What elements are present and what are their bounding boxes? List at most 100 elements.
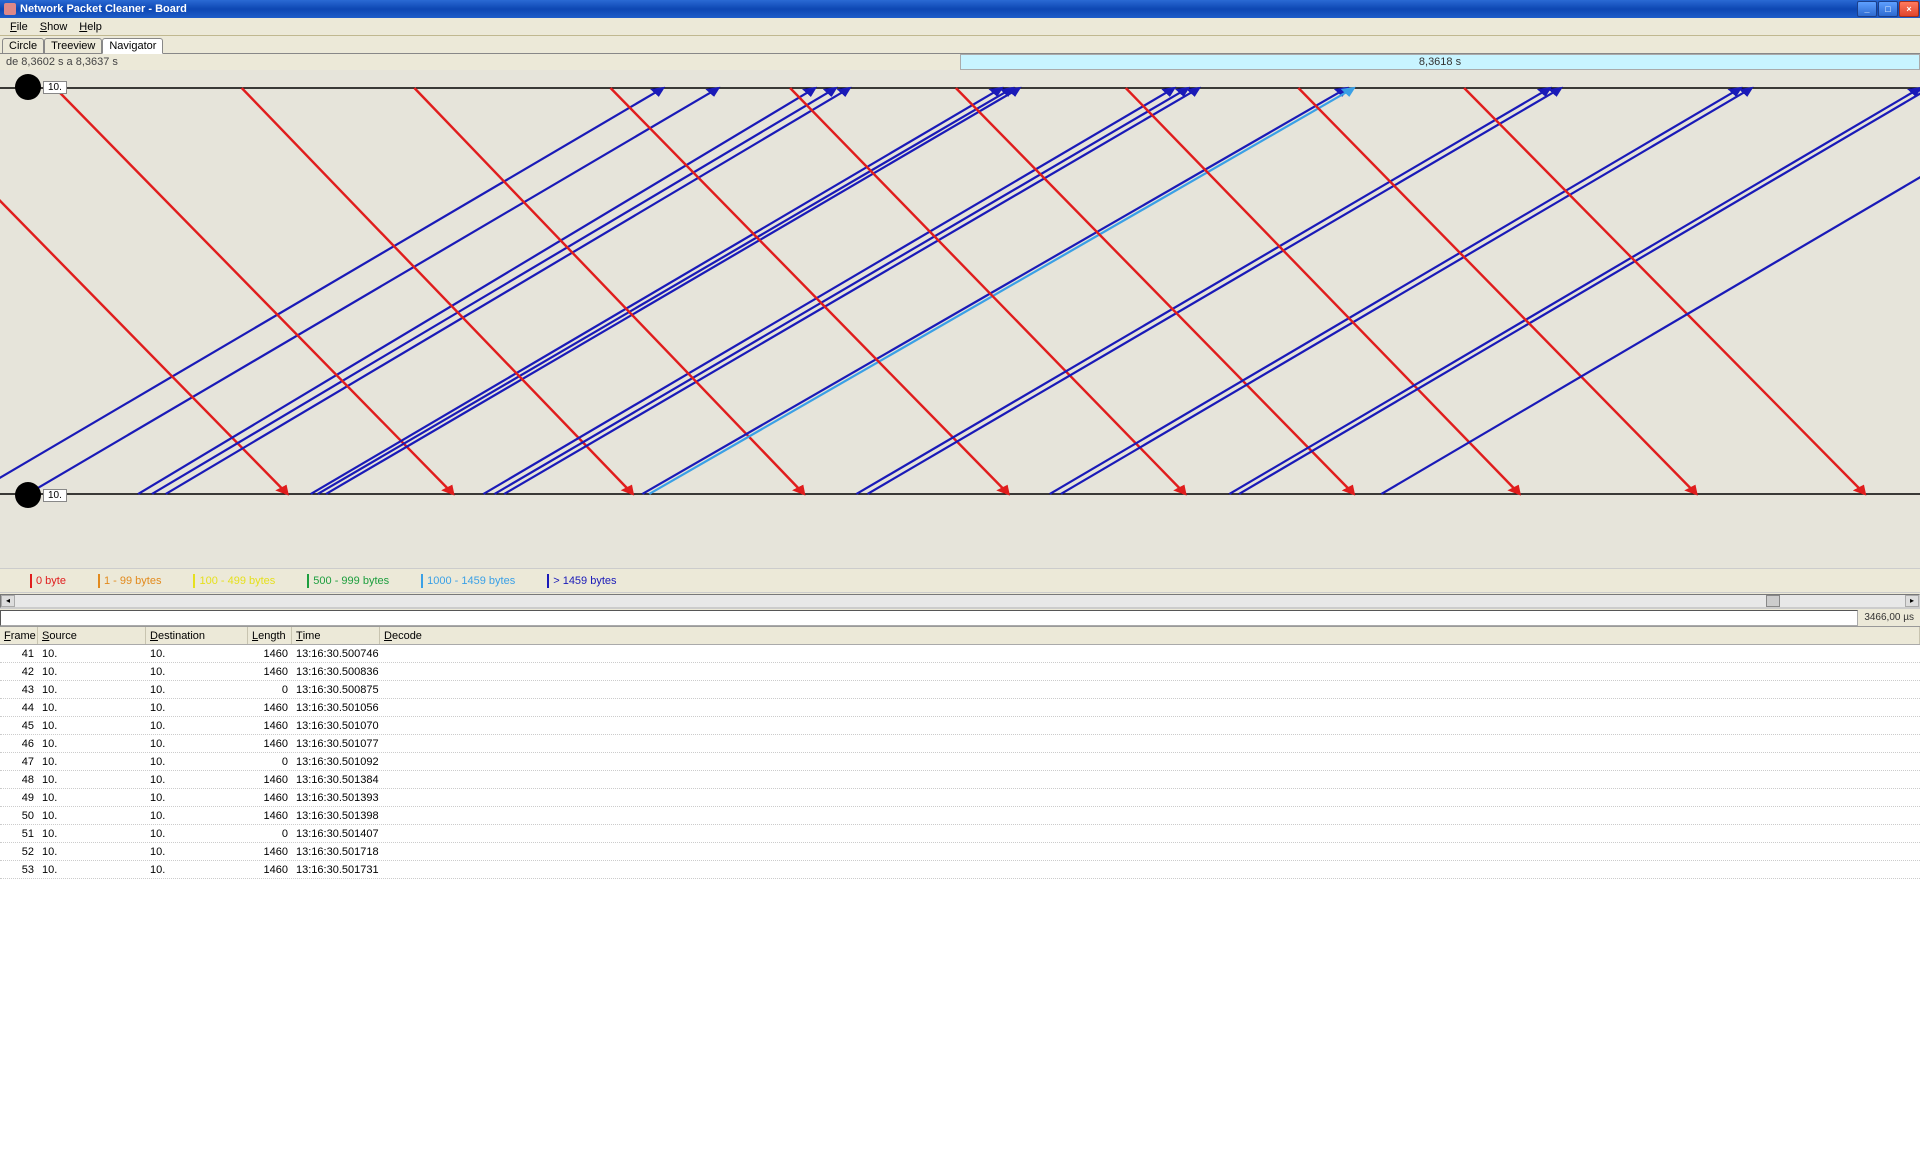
legend-item: 0 byte: [30, 574, 66, 588]
legend-color-icon: [30, 574, 32, 588]
table-cell: 10.: [146, 864, 248, 876]
menu-help[interactable]: Help: [73, 20, 108, 34]
table-cell: 0: [248, 828, 292, 840]
table-cell: 49: [0, 792, 38, 804]
table-cell: 1460: [248, 702, 292, 714]
legend-item: 500 - 999 bytes: [307, 574, 389, 588]
col-header-source[interactable]: Source: [38, 627, 146, 644]
table-row[interactable]: 5210.10.146013:16:30.501718: [0, 843, 1920, 861]
tab-circle[interactable]: Circle: [2, 38, 44, 53]
table-cell: 10.: [38, 648, 146, 660]
legend-label: 1 - 99 bytes: [104, 575, 161, 587]
table-row[interactable]: 4110.10.146013:16:30.500746: [0, 645, 1920, 663]
host-node-top[interactable]: 10.: [15, 74, 67, 100]
table-cell: 1460: [248, 648, 292, 660]
table-cell: 10.: [38, 846, 146, 858]
table-cell: 13:16:30.501056: [292, 702, 380, 714]
scroll-right-button[interactable]: ▸: [1905, 595, 1919, 607]
table-row[interactable]: 5110.10.013:16:30.501407: [0, 825, 1920, 843]
table-cell: 10.: [38, 738, 146, 750]
table-cell: 13:16:30.500836: [292, 666, 380, 678]
table-cell: 13:16:30.501070: [292, 720, 380, 732]
table-cell: 0: [248, 756, 292, 768]
legend-item: 1 - 99 bytes: [98, 574, 161, 588]
legend-item: > 1459 bytes: [547, 574, 616, 588]
legend: 0 byte1 - 99 bytes100 - 499 bytes500 - 9…: [0, 568, 1920, 592]
table-cell: 13:16:30.501393: [292, 792, 380, 804]
table-cell: 10.: [146, 828, 248, 840]
table-cell: 42: [0, 666, 38, 678]
table-body[interactable]: 4110.10.146013:16:30.5007464210.10.14601…: [0, 645, 1920, 1167]
menubar: File Show Help: [0, 18, 1920, 36]
table-cell: 10.: [146, 756, 248, 768]
table-cell: 10.: [146, 720, 248, 732]
table-cell: 43: [0, 684, 38, 696]
table-cell: 0: [248, 684, 292, 696]
col-header-length[interactable]: Length: [248, 627, 292, 644]
table-header: Frame Source Destination Length Time Dec…: [0, 627, 1920, 645]
table-cell: 10.: [38, 684, 146, 696]
table-cell: 10.: [38, 864, 146, 876]
table-row[interactable]: 4610.10.146013:16:30.501077: [0, 735, 1920, 753]
table-cell: 1460: [248, 720, 292, 732]
table-cell: 13:16:30.501384: [292, 774, 380, 786]
table-cell: 52: [0, 846, 38, 858]
app-icon: [4, 3, 16, 15]
table-cell: 10.: [38, 810, 146, 822]
legend-label: 0 byte: [36, 575, 66, 587]
table-cell: 10.: [38, 702, 146, 714]
table-cell: 10.: [146, 774, 248, 786]
table-row[interactable]: 5310.10.146013:16:30.501731: [0, 861, 1920, 879]
table-cell: 10.: [146, 702, 248, 714]
table-cell: 13:16:30.501718: [292, 846, 380, 858]
table-row[interactable]: 4510.10.146013:16:30.501070: [0, 717, 1920, 735]
table-cell: 44: [0, 702, 38, 714]
table-cell: 48: [0, 774, 38, 786]
table-row[interactable]: 4910.10.146013:16:30.501393: [0, 789, 1920, 807]
minimize-button[interactable]: _: [1857, 1, 1877, 17]
titlebar: Network Packet Cleaner - Board _ □ ×: [0, 0, 1920, 18]
table-row[interactable]: 4810.10.146013:16:30.501384: [0, 771, 1920, 789]
filter-input[interactable]: [0, 610, 1858, 626]
table-cell: 10.: [38, 720, 146, 732]
table-row[interactable]: 5010.10.146013:16:30.501398: [0, 807, 1920, 825]
table-cell: 13:16:30.501407: [292, 828, 380, 840]
time-info-row: de 8,3602 s a 8,3637 s 8,3618 s: [0, 54, 1920, 70]
table-row[interactable]: 4210.10.146013:16:30.500836: [0, 663, 1920, 681]
col-header-time[interactable]: Time: [292, 627, 380, 644]
table-cell: 46: [0, 738, 38, 750]
table-cell: 10.: [146, 810, 248, 822]
table-cell: 10.: [38, 756, 146, 768]
hscroll-row: ◂ ▸: [0, 592, 1920, 608]
table-row[interactable]: 4410.10.146013:16:30.501056: [0, 699, 1920, 717]
table-row[interactable]: 4710.10.013:16:30.501092: [0, 753, 1920, 771]
table-cell: 10.: [38, 774, 146, 786]
host-dot-icon: [15, 482, 41, 508]
scroll-left-button[interactable]: ◂: [1, 595, 15, 607]
host-node-bottom[interactable]: 10.: [15, 482, 67, 508]
maximize-button[interactable]: □: [1878, 1, 1898, 17]
navigator-chart[interactable]: 10. 10.: [0, 70, 1920, 568]
scroll-thumb[interactable]: [1766, 595, 1780, 607]
table-cell: 13:16:30.500875: [292, 684, 380, 696]
table-cell: 10.: [146, 648, 248, 660]
table-cell: 13:16:30.501077: [292, 738, 380, 750]
legend-label: 1000 - 1459 bytes: [427, 575, 515, 587]
col-header-dest[interactable]: Destination: [146, 627, 248, 644]
table-cell: 1460: [248, 792, 292, 804]
menu-show[interactable]: Show: [34, 20, 74, 34]
table-row[interactable]: 4310.10.013:16:30.500875: [0, 681, 1920, 699]
legend-color-icon: [421, 574, 423, 588]
tab-navigator[interactable]: Navigator: [102, 38, 163, 54]
legend-item: 1000 - 1459 bytes: [421, 574, 515, 588]
table-cell: 10.: [38, 828, 146, 840]
host-dot-icon: [15, 74, 41, 100]
menu-file[interactable]: File: [4, 20, 34, 34]
horizontal-scrollbar[interactable]: ◂ ▸: [0, 594, 1920, 608]
tab-treeview[interactable]: Treeview: [44, 38, 102, 53]
col-header-frame[interactable]: Frame: [0, 627, 38, 644]
close-button[interactable]: ×: [1899, 1, 1919, 17]
table-cell: 1460: [248, 738, 292, 750]
col-header-decode[interactable]: Decode: [380, 627, 1920, 644]
table-cell: 50: [0, 810, 38, 822]
